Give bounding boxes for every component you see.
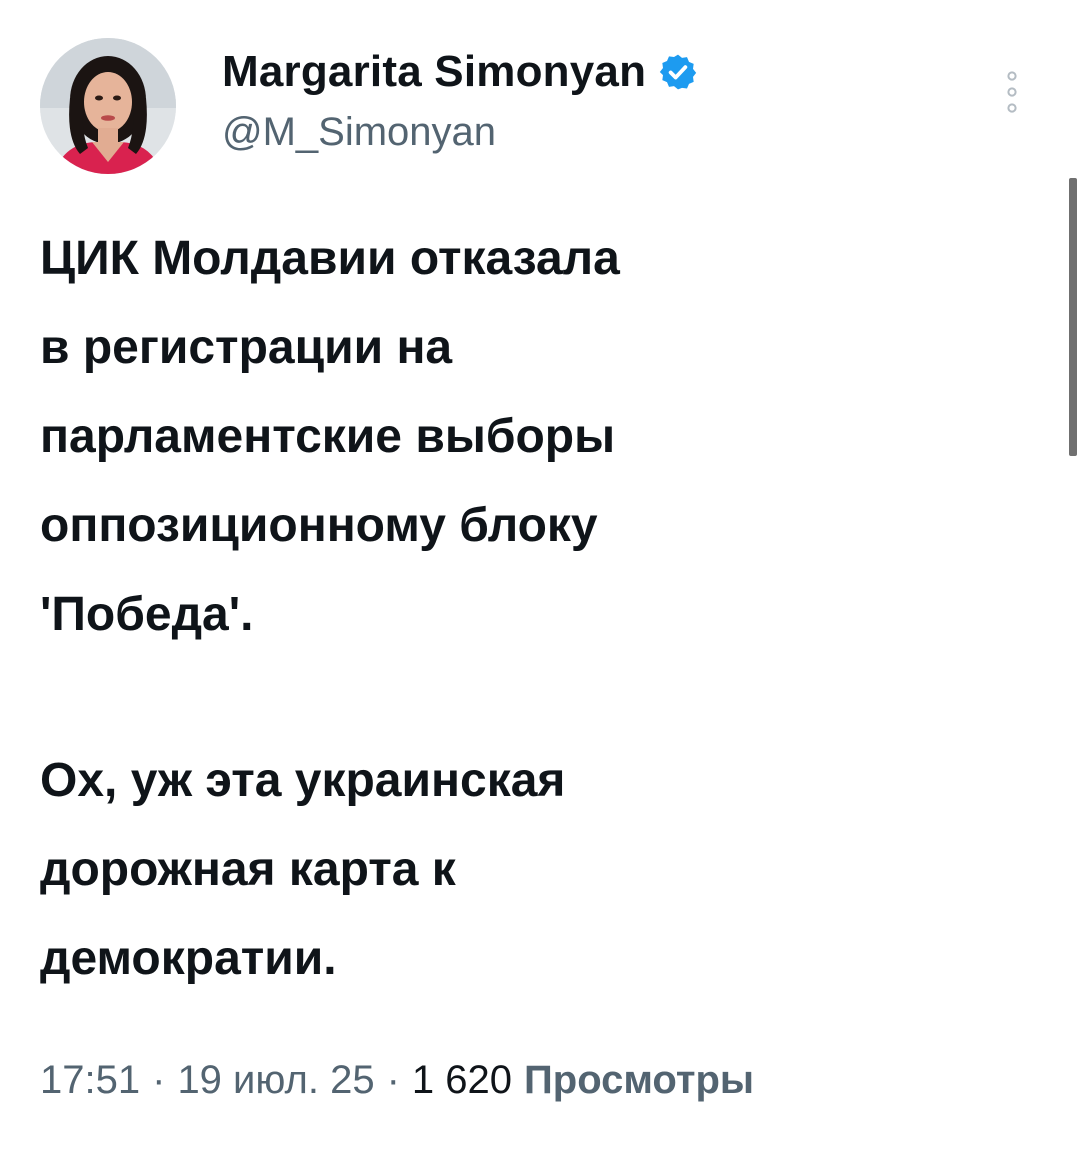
tweet-text-paragraph-2: Ох, уж эта украинская дорожная карта к д… [40, 754, 566, 985]
author-avatar[interactable] [40, 38, 176, 174]
meta-separator: · [152, 1058, 166, 1102]
views-count[interactable]: 1 620 [412, 1058, 512, 1103]
tweet-time[interactable]: 17:51 [40, 1058, 140, 1103]
avatar-photo [40, 38, 176, 174]
author-handle[interactable]: @M_Simonyan [222, 110, 496, 155]
meta-separator: · [386, 1058, 400, 1102]
tweet-text-paragraph-1: ЦИК Молдавии отказала в регистрации на п… [40, 232, 620, 641]
verified-badge-icon [660, 54, 697, 90]
more-options-icon[interactable] [1000, 70, 1024, 114]
author-display-name[interactable]: Margarita Simonyan [222, 47, 646, 97]
views-label[interactable]: Просмотры [524, 1058, 754, 1103]
author-name-row[interactable]: Margarita Simonyan [222, 44, 698, 100]
tweet-meta: 17:51 · 19 июл. 25 · 1 620 Просмотры [40, 1058, 754, 1103]
page-scrollbar[interactable] [1069, 178, 1077, 456]
tweet-date[interactable]: 19 июл. 25 [177, 1058, 374, 1103]
